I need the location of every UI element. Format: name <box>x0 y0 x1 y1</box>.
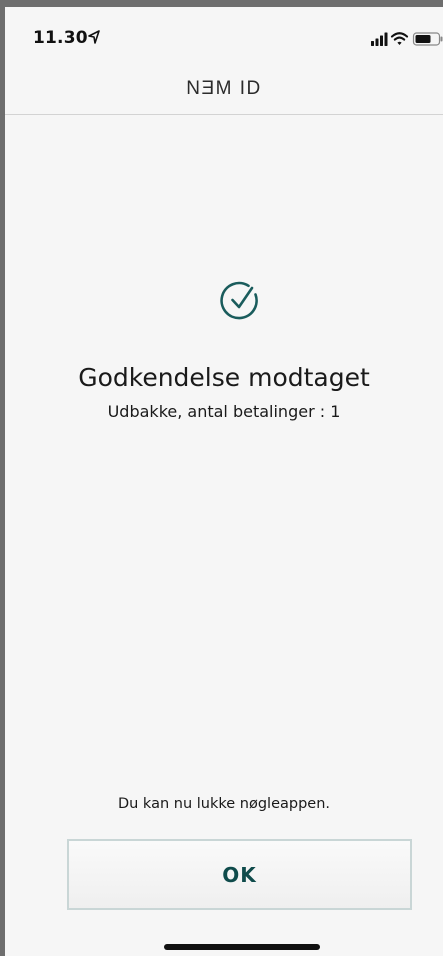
ok-button[interactable]: OK <box>67 839 412 910</box>
confirmation-heading: Godkendelse modtaget <box>78 363 370 392</box>
cellular-signal-icon <box>371 32 388 46</box>
wifi-icon <box>390 32 409 45</box>
battery-icon <box>412 32 443 46</box>
home-indicator[interactable] <box>164 944 320 950</box>
check-circle-icon <box>218 279 262 323</box>
close-app-hint: Du kan nu lukke nøgleappen. <box>117 796 331 812</box>
status-bar: 11.30 <box>5 7 443 62</box>
status-time: 11.30 <box>33 28 88 48</box>
ok-button-label: OK <box>222 862 257 887</box>
status-icons <box>371 31 443 47</box>
confirmation-subheading: Udbakke, antal betalinger : 1 <box>107 402 341 421</box>
nav-bar: NƎM ID <box>5 62 443 115</box>
location-arrow-icon <box>88 29 100 48</box>
app-screen: 11.30 NƎM ID Godkendelse modtaget Udbakk… <box>0 0 443 956</box>
nav-title: NƎM ID <box>186 78 262 99</box>
